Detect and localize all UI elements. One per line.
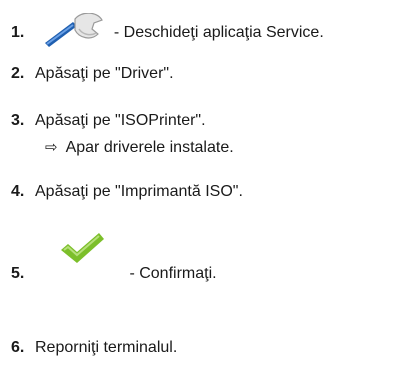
step-6: 6. Reporniţi terminalul. [11,338,177,358]
step-4: 4. Apăsaţi pe "Imprimantă ISO". [11,182,243,202]
step-number: 6. [11,339,25,356]
step-text: - Confirmaţi. [125,265,217,282]
step-text: Apăsaţi pe "ISOPrinter". [35,112,206,129]
arrow-right-icon: ⇨ [45,139,58,156]
step-text: Reporniţi terminalul. [35,339,178,356]
step-2: 2. Apăsaţi pe "Driver". [11,64,174,84]
step-text: Apăsaţi pe "Driver". [35,65,174,82]
step-3-result: ⇨ Apar driverele instalate. [45,138,234,158]
step-number: 1. [11,24,25,42]
step-number: 4. [11,183,25,200]
step-number: 2. [11,65,25,82]
step-3: 3. Apăsaţi pe "ISOPrinter". [11,111,206,131]
result-text: Apar driverele instalate. [65,139,234,156]
step-5: 5. - Confirmaţi. [11,264,217,284]
step-number: 3. [11,112,25,129]
wrench-icon [39,12,109,53]
step-text: - Deschideţi aplicaţia Service. [109,24,324,42]
step-number: 5. [11,265,25,282]
step-1: 1. - Deschideţi aplicaţia Service. [11,12,324,53]
step-text: Apăsaţi pe "Imprimantă ISO". [35,183,243,200]
